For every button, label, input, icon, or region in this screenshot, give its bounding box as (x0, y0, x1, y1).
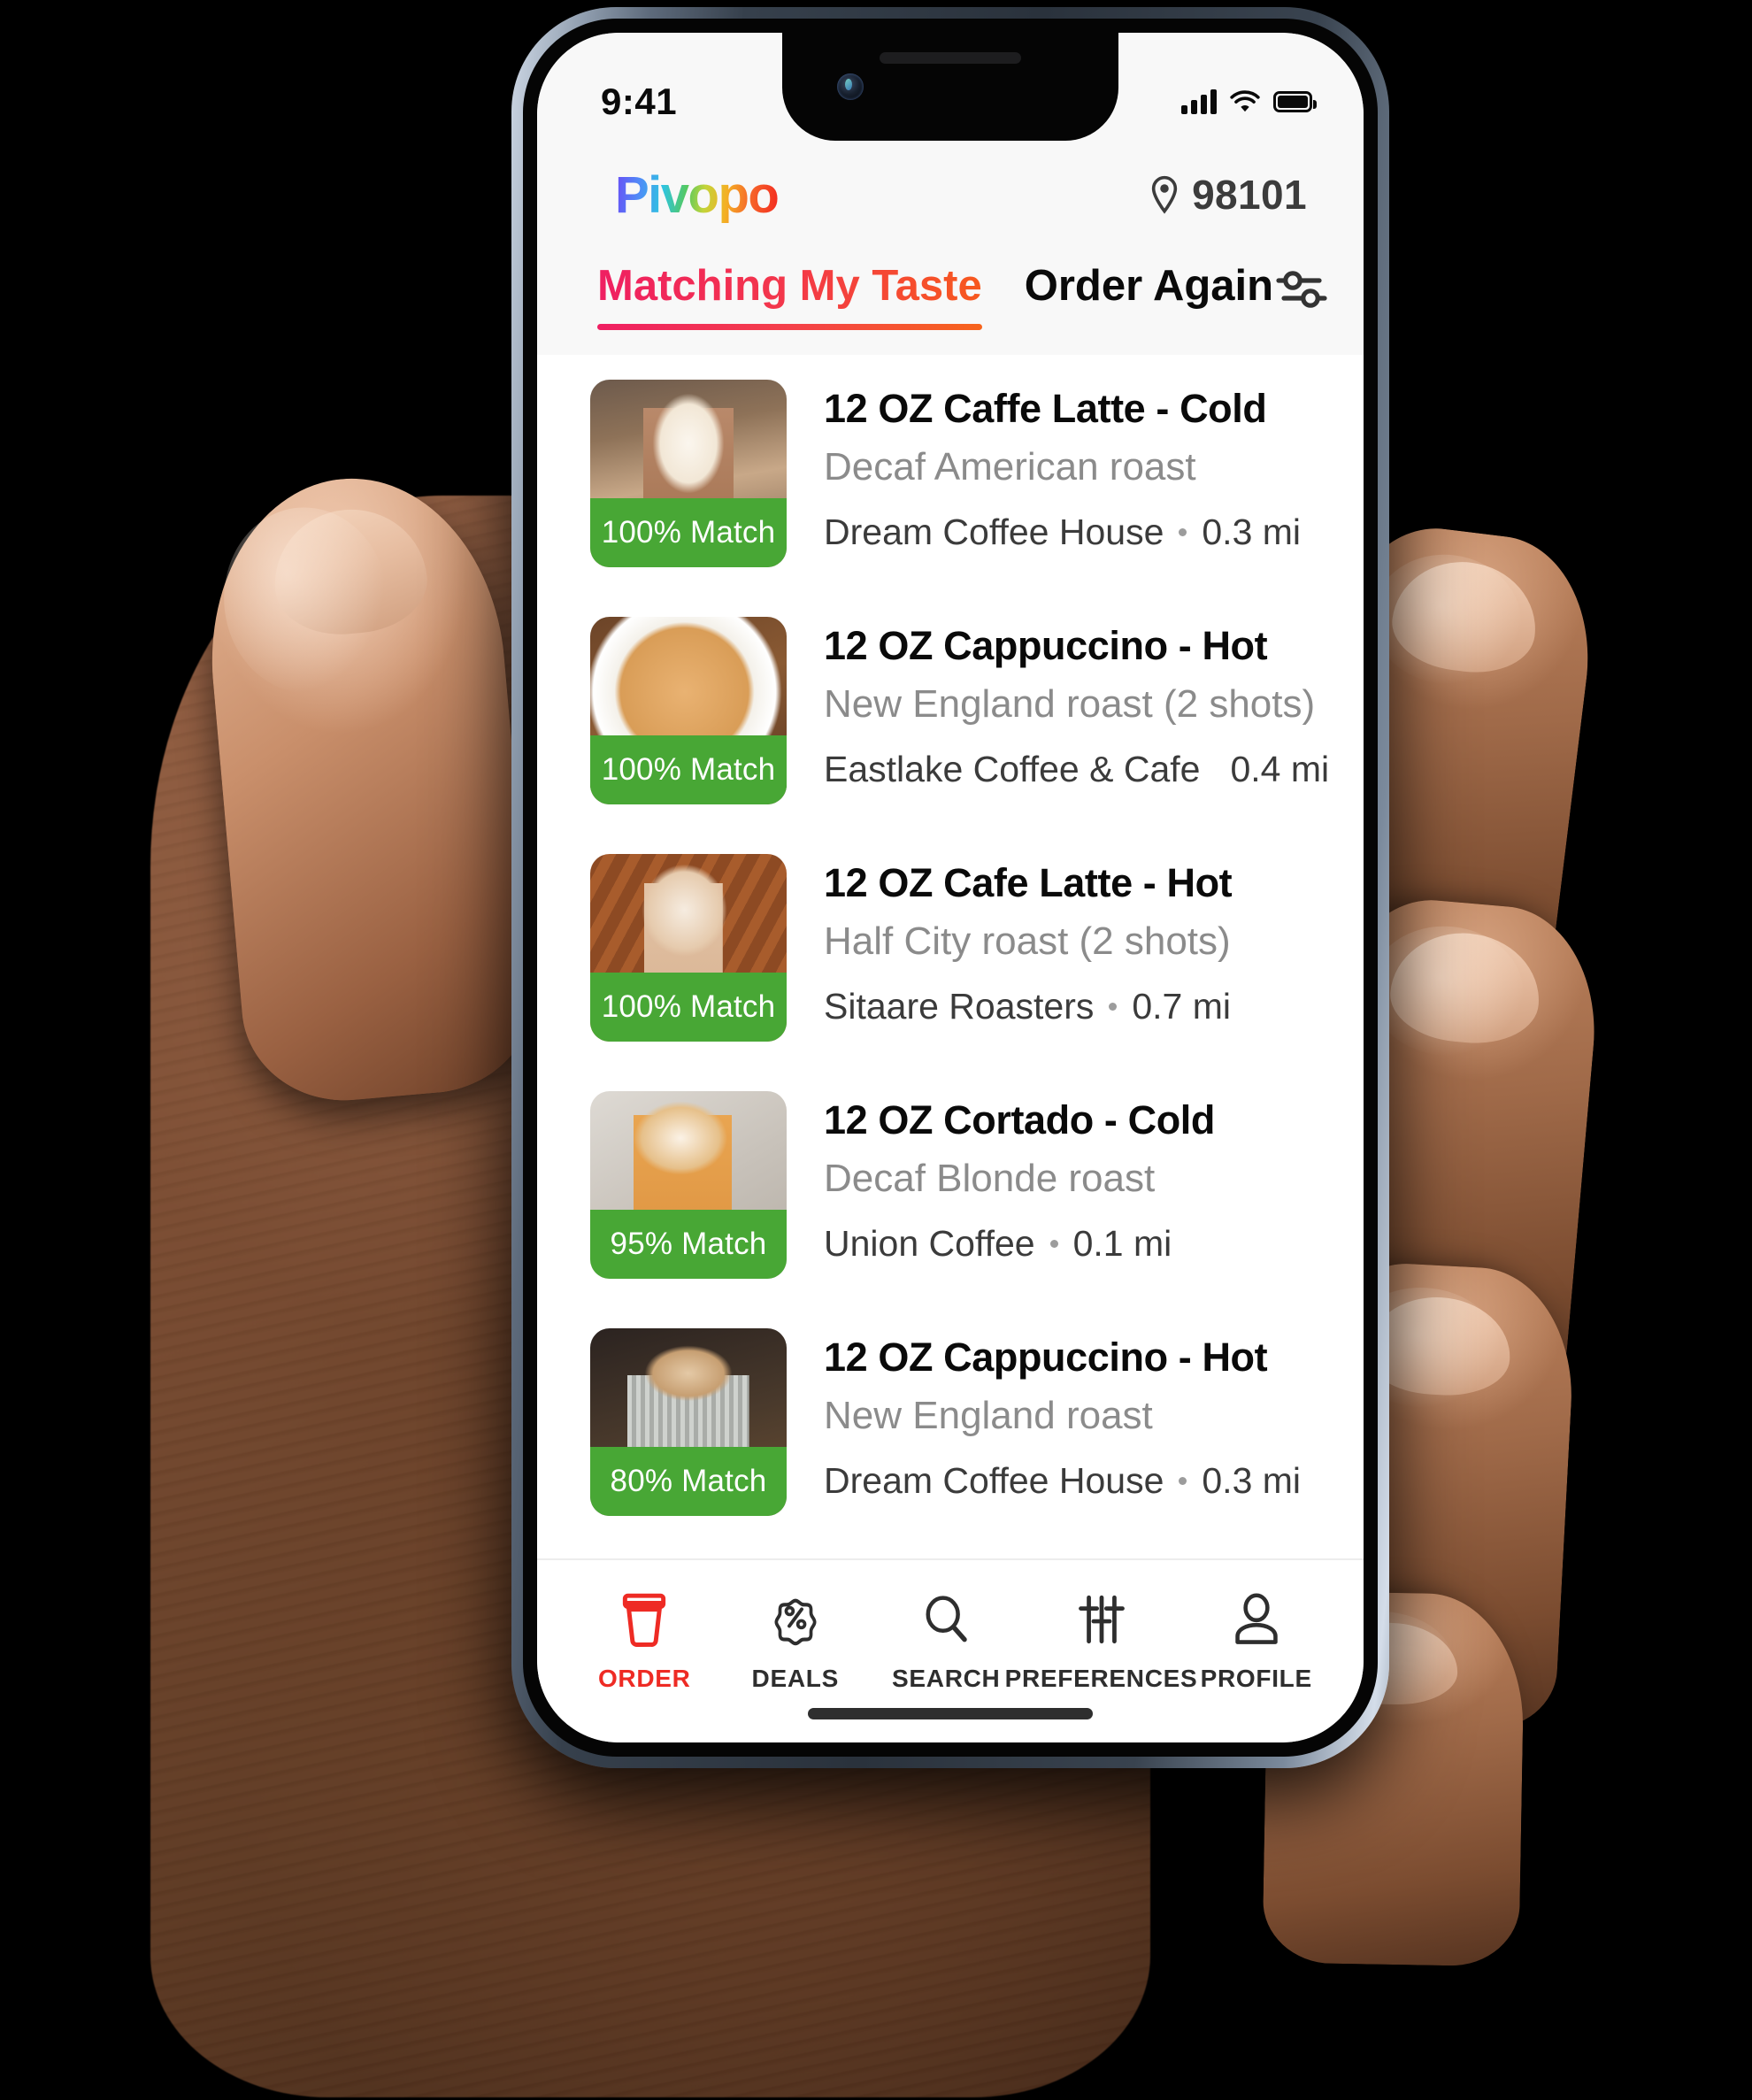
item-distance: 0.3 mi (1202, 512, 1302, 552)
list-item[interactable]: 95% Match 12 OZ Cortado - Cold Decaf Blo… (537, 1066, 1364, 1304)
separator-dot (1049, 1240, 1058, 1248)
item-store: Eastlake Coffee & Cafe (824, 749, 1201, 789)
list-item[interactable]: 80% Match 12 OZ Cappuccino - Hot New Eng… (537, 1304, 1364, 1541)
separator-dot (1179, 528, 1187, 536)
item-meta: Dream Coffee House 0.3 mi (824, 1460, 1301, 1502)
item-thumbnail: 100% Match (590, 854, 787, 1042)
item-thumbnail: 100% Match (590, 380, 787, 567)
tab-order-again[interactable]: Order Again (1025, 258, 1273, 330)
item-info: 12 OZ Cappuccino - Hot New England roast… (824, 617, 1329, 790)
fingernail (1387, 553, 1543, 680)
phone-bezel: 9:41 Pivopo 98101 Matching My Taste Orde… (523, 19, 1378, 1757)
item-info: 12 OZ Caffe Latte - Cold Decaf American … (824, 380, 1301, 553)
nav-item-order[interactable]: ORDER (569, 1590, 720, 1693)
nav-item-preferences[interactable]: PREFERENCES (1005, 1590, 1197, 1693)
item-meta: Sitaare Roasters 0.7 mi (824, 986, 1232, 1027)
nav-item-deals[interactable]: DEALS (720, 1590, 872, 1693)
match-badge: 80% Match (590, 1447, 787, 1516)
phone-device: 9:41 Pivopo 98101 Matching My Taste Orde… (511, 7, 1389, 1768)
item-subtitle: Decaf Blonde roast (824, 1157, 1156, 1201)
app-header: Pivopo 98101 (537, 141, 1364, 249)
item-info: 12 OZ Cortado - Cold Decaf Blonde roast … (824, 1091, 1215, 1265)
item-store: Sitaare Roasters (824, 986, 1095, 1027)
nav-label-search: SEARCH (892, 1665, 1001, 1692)
screenshot-canvas: 9:41 Pivopo 98101 Matching My Taste Orde… (0, 0, 1752, 2100)
item-meta: Union Coffee 0.1 mi (824, 1223, 1215, 1265)
tab-matching-my-taste[interactable]: Matching My Taste (597, 258, 982, 330)
separator-dot (1109, 1003, 1118, 1011)
list-item-partial[interactable] (537, 1541, 1364, 1558)
item-title: 12 OZ Cappuccino - Hot (824, 1335, 1268, 1380)
match-badge: 95% Match (590, 1210, 787, 1279)
cellular-signal-icon (1181, 89, 1217, 114)
nav-label-deals: DEALS (751, 1665, 839, 1692)
match-badge: 100% Match (590, 973, 787, 1042)
item-thumbnail: 80% Match (590, 1328, 787, 1516)
recommendation-list[interactable]: 100% Match 12 OZ Caffe Latte - Cold Deca… (537, 355, 1364, 1558)
battery-icon (1273, 91, 1317, 112)
item-thumbnail: 95% Match (590, 1091, 787, 1279)
tab-bar: Matching My Taste Order Again (537, 249, 1364, 355)
item-title: 12 OZ Caffe Latte - Cold (824, 386, 1267, 431)
item-subtitle: Half City roast (2 shots) (824, 919, 1231, 964)
item-distance: 0.3 mi (1202, 1460, 1302, 1501)
location-zip: 98101 (1192, 172, 1307, 218)
list-item[interactable]: 100% Match 12 OZ Caffe Latte - Cold Deca… (537, 355, 1364, 592)
item-subtitle: Decaf American roast (824, 445, 1196, 489)
item-thumbnail: 100% Match (590, 617, 787, 804)
item-info: 12 OZ Cafe Latte - Hot Half City roast (… (824, 854, 1233, 1027)
item-title: 12 OZ Cortado - Cold (824, 1097, 1216, 1142)
item-meta: Dream Coffee House 0.3 mi (824, 512, 1301, 553)
nav-item-search[interactable]: SEARCH (871, 1590, 1022, 1693)
item-distance: 0.1 mi (1072, 1223, 1172, 1264)
wifi-icon (1230, 90, 1260, 112)
nav-label-order: ORDER (597, 1665, 691, 1692)
match-badge: 100% Match (590, 498, 787, 567)
item-store: Union Coffee (824, 1223, 1035, 1264)
status-bar-clock: 9:41 (601, 81, 678, 122)
nav-item-profile[interactable]: PROFILE (1181, 1590, 1333, 1693)
location-selector[interactable]: 98101 (1148, 171, 1307, 219)
map-pin-icon (1151, 175, 1178, 214)
fingernail (1387, 927, 1545, 1049)
sliders-icon (1078, 1595, 1125, 1644)
item-store: Dream Coffee House (824, 1460, 1164, 1501)
nav-label-preferences: PREFERENCES (1004, 1665, 1198, 1692)
person-icon (1235, 1593, 1278, 1644)
magnifier-icon (926, 1596, 967, 1642)
item-title: 12 OZ Cappuccino - Hot (824, 623, 1268, 668)
list-item[interactable]: 100% Match 12 OZ Cappuccino - Hot New En… (537, 592, 1364, 829)
earpiece-speaker (880, 52, 1021, 64)
filter-sliders-icon (1276, 271, 1327, 308)
separator-dot (1179, 1477, 1187, 1485)
list-item[interactable]: 100% Match 12 OZ Cafe Latte - Hot Half C… (537, 829, 1364, 1066)
app-logo[interactable]: Pivopo (615, 165, 780, 225)
item-meta: Eastlake Coffee & Cafe 0.4 mi (824, 749, 1329, 790)
coffee-cup-icon (623, 1593, 666, 1647)
home-indicator[interactable] (808, 1708, 1093, 1719)
item-subtitle: New England roast (824, 1394, 1153, 1438)
item-store: Dream Coffee House (824, 512, 1164, 552)
filter-button[interactable] (1273, 258, 1330, 319)
phone-screen: 9:41 Pivopo 98101 Matching My Taste Orde… (537, 33, 1364, 1742)
device-notch (782, 33, 1118, 141)
percent-badge-icon (774, 1598, 817, 1646)
item-distance: 0.4 mi (1230, 749, 1330, 789)
thumbnail-nail (269, 503, 432, 641)
item-subtitle: New England roast (2 shots) (824, 682, 1316, 727)
status-bar-icons (1181, 89, 1317, 114)
nav-label-profile: PROFILE (1200, 1665, 1312, 1692)
front-camera-icon (837, 73, 864, 100)
item-distance: 0.7 mi (1132, 986, 1232, 1027)
item-title: 12 OZ Cafe Latte - Hot (824, 860, 1233, 905)
match-badge: 100% Match (590, 735, 787, 804)
item-info: 12 OZ Cappuccino - Hot New England roast… (824, 1328, 1301, 1502)
